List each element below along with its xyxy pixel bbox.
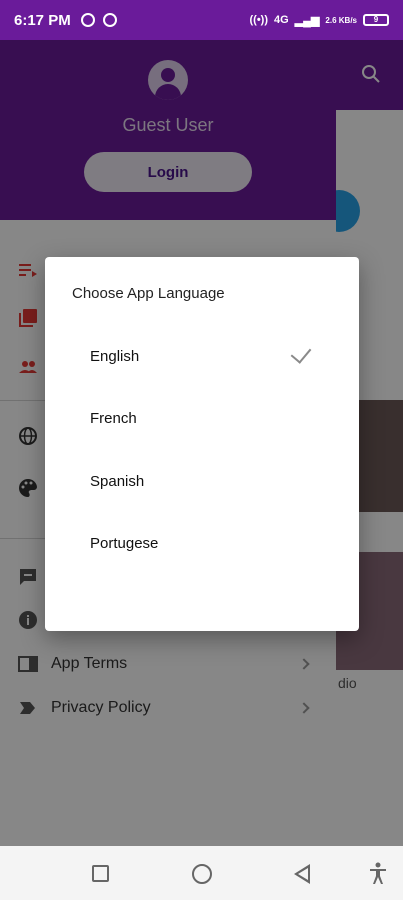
messenger-icon [102, 13, 117, 27]
check-icon [290, 342, 312, 364]
notification-icon [80, 13, 95, 27]
language-option-label: Spanish [90, 472, 145, 490]
hotspot-icon: ((•)) [249, 14, 269, 26]
language-dialog: Choose App Language English French Spani… [45, 257, 359, 631]
accessibility-icon[interactable] [368, 862, 388, 886]
language-option-english[interactable]: English [45, 331, 359, 381]
status-right-group: ((•)) 4G ▂▄▆ 2.6 KB/s 9 [249, 14, 389, 27]
system-navigation-bar [0, 846, 403, 900]
battery-icon: 9 [363, 14, 389, 26]
signal-icon: ▂▄▆ [294, 14, 320, 27]
back-button[interactable] [294, 864, 310, 884]
recents-button[interactable] [92, 865, 109, 882]
language-option-spanish[interactable]: Spanish [45, 456, 359, 506]
dialog-title: Choose App Language [72, 285, 225, 302]
language-option-label: English [90, 347, 140, 365]
data-speed: 2.6 KB/s [325, 15, 357, 25]
language-option-label: French [90, 409, 137, 427]
home-button[interactable] [192, 864, 212, 884]
status-bar: 6:17 PM ((•)) 4G ▂▄▆ 2.6 KB/s 9 [0, 0, 403, 40]
language-option-label: Portugese [90, 534, 159, 552]
status-time: 6:17 PM [14, 11, 71, 29]
language-option-portugese[interactable]: Portugese [45, 518, 359, 568]
network-type: 4G [274, 14, 289, 26]
language-option-french[interactable]: French [45, 393, 359, 443]
